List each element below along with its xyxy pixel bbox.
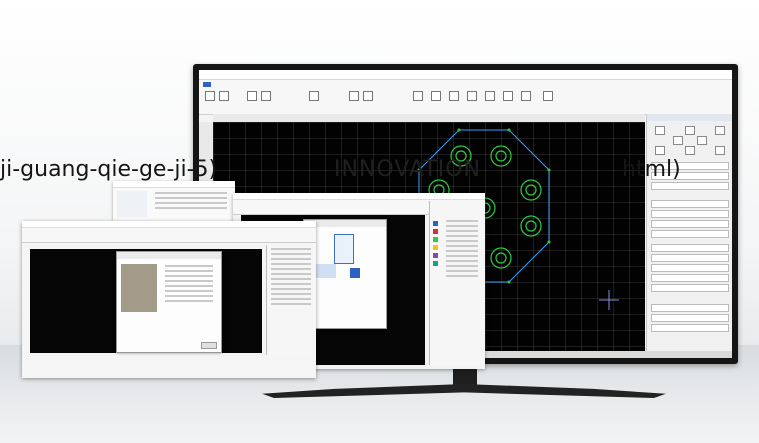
window-titlebar (233, 193, 485, 200)
layer-color-swatch[interactable] (433, 261, 438, 266)
crosshair-icon (599, 290, 619, 310)
layer-color-swatch[interactable] (433, 229, 438, 234)
file-icon[interactable] (334, 234, 354, 264)
menu-tab-active[interactable] (203, 81, 211, 87)
option-lines (161, 262, 217, 305)
parameter-field[interactable] (651, 210, 729, 218)
part-preview-image (121, 264, 157, 312)
caption-text-left: ji-guang-qie-ge-ji-5) (0, 157, 218, 182)
dialog-title (117, 252, 221, 259)
jog-button[interactable] (715, 126, 725, 135)
parameter-field[interactable] (651, 324, 729, 332)
tool-icon[interactable] (247, 91, 257, 101)
caption-text-middle: INNOVATION (334, 157, 482, 182)
checkbox-row[interactable] (651, 264, 729, 272)
tool-icon[interactable] (309, 91, 319, 101)
tool-icon[interactable] (449, 91, 459, 101)
ok-button[interactable] (201, 342, 217, 349)
menu-tab[interactable] (219, 82, 223, 87)
layer-color-swatch[interactable] (433, 245, 438, 250)
parameter-field[interactable] (651, 304, 729, 312)
toolbar-ribbon (199, 88, 732, 115)
jog-button[interactable] (655, 126, 665, 135)
tool-icon[interactable] (205, 91, 215, 101)
tool-icon[interactable] (261, 91, 271, 101)
preview-thumbnail (314, 264, 336, 278)
menu-tab[interactable] (242, 82, 246, 87)
checkbox-row[interactable] (651, 284, 729, 292)
tool-icon[interactable] (467, 91, 477, 101)
tool-icon[interactable] (349, 91, 359, 101)
window-titlebar (22, 221, 316, 228)
parameter-field[interactable] (651, 314, 729, 322)
file-icon[interactable] (350, 268, 360, 278)
parameter-field[interactable] (651, 200, 729, 208)
checkbox-row[interactable] (651, 244, 729, 252)
arrow-down-icon[interactable] (685, 146, 695, 155)
control-panel (646, 114, 732, 358)
jog-button[interactable] (655, 146, 665, 155)
control-panel-header (647, 114, 732, 121)
arrow-up-icon[interactable] (685, 126, 695, 135)
parameter-lines (267, 248, 315, 305)
tool-icon[interactable] (543, 91, 553, 101)
jog-button[interactable] (715, 146, 725, 155)
arrow-right-icon[interactable] (697, 136, 707, 145)
text-lines (151, 189, 231, 212)
tool-icon[interactable] (521, 91, 531, 101)
window-titlebar (199, 70, 732, 80)
tool-icon[interactable] (363, 91, 373, 101)
nesting-window (22, 221, 316, 378)
menu-tab[interactable] (231, 82, 235, 87)
caption-text-right: html) (622, 157, 681, 182)
layer-color-swatch[interactable] (433, 221, 438, 226)
tool-icon[interactable] (503, 91, 513, 101)
layer-color-swatch[interactable] (433, 237, 438, 242)
monitor-stand-base (262, 384, 666, 398)
control-panel (429, 201, 484, 365)
arrow-left-icon[interactable] (673, 136, 683, 145)
tool-icon[interactable] (485, 91, 495, 101)
layer-color-swatch[interactable] (433, 253, 438, 258)
toolbar-ribbon (22, 228, 316, 243)
parameter-field[interactable] (651, 220, 729, 228)
checkbox-row[interactable] (651, 254, 729, 262)
tool-icon[interactable] (431, 91, 441, 101)
offset-dialog (116, 251, 222, 353)
parameter-lines (442, 217, 482, 280)
control-panel (266, 245, 315, 355)
parameter-field[interactable] (651, 230, 729, 238)
dialog-title (304, 220, 386, 227)
menu-tab[interactable] (254, 82, 258, 87)
tool-icon[interactable] (413, 91, 423, 101)
checkbox-row[interactable] (651, 274, 729, 282)
menu-bar (199, 80, 732, 88)
background-window (113, 181, 235, 221)
sidebar (117, 191, 147, 217)
tool-icon[interactable] (219, 91, 229, 101)
